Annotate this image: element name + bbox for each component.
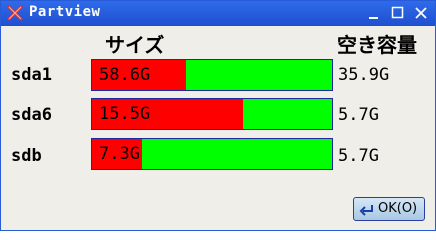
- close-button[interactable]: [414, 6, 428, 20]
- ok-button-label: OK(O): [378, 201, 418, 216]
- free-space-sda6: 5.7G: [338, 105, 379, 125]
- window-title: Partview: [29, 4, 101, 20]
- ok-button[interactable]: OK(O): [353, 197, 425, 221]
- free-space-sda1: 35.9G: [338, 65, 390, 85]
- maximize-button[interactable]: [391, 6, 405, 20]
- minimize-button[interactable]: [367, 6, 381, 20]
- free-space-sdb: 5.7G: [338, 146, 379, 166]
- enter-arrow-icon: [359, 205, 373, 216]
- partition-size: 58.6G: [99, 65, 151, 85]
- title-bar[interactable]: Partview: [1, 1, 435, 26]
- partview-window: Partview サイズ 空き容量 sda1 58.6G 35.9G sda6 …: [0, 0, 436, 231]
- partition-name-sda1: sda1: [11, 65, 52, 85]
- maximize-icon: [391, 6, 404, 19]
- partition-name-sda6: sda6: [11, 105, 52, 125]
- free-column-header: 空き容量: [337, 33, 417, 57]
- usage-bar-sda6: 15.5G: [91, 98, 333, 130]
- partition-size: 15.5G: [99, 104, 151, 124]
- app-x-icon: [7, 5, 23, 21]
- size-column-header: サイズ: [105, 33, 165, 57]
- partition-size: 7.3G: [99, 144, 140, 164]
- usage-bar-sda1: 58.6G: [91, 59, 333, 91]
- minimize-icon: [369, 17, 378, 19]
- partition-name-sdb: sdb: [11, 146, 42, 166]
- usage-bar-sdb: 7.3G: [91, 138, 333, 170]
- close-icon: [415, 7, 427, 19]
